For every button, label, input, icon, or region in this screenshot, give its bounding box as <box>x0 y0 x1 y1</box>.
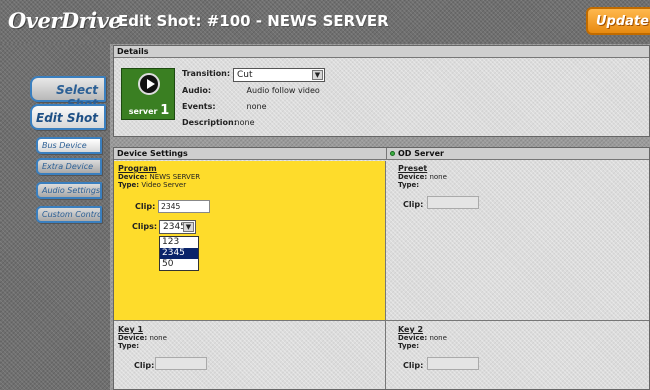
od-server-header: OD Server <box>386 148 649 160</box>
overdrive-logo: OverDrive <box>8 8 122 33</box>
key1-device-value: none <box>149 334 167 342</box>
transition-row: Transition: <box>182 69 232 78</box>
update-stored-button[interactable]: Update Sto <box>586 7 650 35</box>
events-row: Events: none <box>182 102 267 111</box>
page-title: Edit Shot: #100 - NEWS SERVER <box>118 12 389 30</box>
program-clips-dropdown: 123 2345 50 <box>159 236 199 271</box>
key1-section: Key 1 Device: none Type: Clip: <box>114 321 386 389</box>
program-title: Program <box>118 164 157 173</box>
key2-title: Key 2 <box>398 325 424 334</box>
extra-device-button[interactable]: Extra Device <box>36 158 102 175</box>
program-device-value: NEWS SERVER <box>149 173 201 181</box>
program-clips-label: Clips: <box>132 222 158 231</box>
clip-option[interactable]: 50 <box>160 259 198 270</box>
key1-type-row: Type: <box>118 342 140 350</box>
key2-clip-label: Clip: <box>403 361 424 370</box>
edit-shot-button[interactable]: Edit Shot <box>30 104 106 130</box>
description-row: Description: none <box>182 118 255 127</box>
description-label: Description: <box>182 118 237 127</box>
custom-control-button[interactable]: Custom Control <box>36 206 102 223</box>
audio-label: Audio: <box>182 86 212 95</box>
chevron-down-icon[interactable]: ▼ <box>312 70 323 80</box>
preset-section: Preset Device: none Type: Clip: <box>386 161 649 321</box>
status-dot-icon <box>390 151 395 156</box>
bus-device-button[interactable]: Bus Device <box>36 137 102 154</box>
key2-device-row: Device: none <box>398 334 447 342</box>
sidebar: Select Shot Edit Shot Bus Device Extra D… <box>0 44 110 390</box>
key1-title: Key 1 <box>118 325 144 334</box>
key2-device-value: none <box>429 334 447 342</box>
device-settings-panel: Device Settings OD Server Program Device… <box>113 147 650 390</box>
program-section: Program Device: NEWS SERVER Type: Video … <box>114 161 386 321</box>
program-type-value: Video Server <box>141 181 187 189</box>
preset-title: Preset <box>398 164 428 173</box>
audio-row: Audio: Audio follow video <box>182 86 320 95</box>
chevron-down-icon[interactable]: ▼ <box>183 222 194 232</box>
preset-type-row: Type: <box>398 181 420 189</box>
audio-value: Audio follow video <box>246 86 320 95</box>
server-tile[interactable]: server 1 <box>121 68 175 120</box>
preset-clip-label: Clip: <box>403 200 424 209</box>
events-value: none <box>246 102 267 111</box>
details-panel: Details server 1 Transition: Cut ▼ Audio… <box>113 45 650 137</box>
key1-device-row: Device: none <box>118 334 167 342</box>
description-value: none <box>234 118 255 127</box>
device-settings-header: Device Settings <box>114 148 386 160</box>
key1-clip-label: Clip: <box>134 361 155 370</box>
transition-select[interactable]: Cut ▼ <box>233 68 325 82</box>
program-clip-label: Clip: <box>135 202 156 211</box>
key1-clip-input[interactable] <box>155 357 207 370</box>
program-device-row: Device: NEWS SERVER <box>118 173 201 181</box>
audio-settings-button[interactable]: Audio Settings <box>36 182 102 199</box>
preset-device-row: Device: none <box>398 173 447 181</box>
server-tile-label: server 1 <box>128 103 170 118</box>
clip-option[interactable]: 123 <box>160 237 198 248</box>
details-header: Details <box>114 46 649 58</box>
transition-label: Transition: <box>182 69 231 78</box>
program-type-row: Type: Video Server <box>118 181 187 189</box>
clip-option-selected[interactable]: 2345 <box>160 248 198 259</box>
preset-clip-input[interactable] <box>427 196 479 209</box>
key2-section: Key 2 Device: none Type: Clip: <box>386 321 649 389</box>
program-clips-select[interactable]: 2345 ▼ <box>159 220 196 234</box>
app-header: OverDrive Edit Shot: #100 - NEWS SERVER … <box>0 0 650 44</box>
key2-clip-input[interactable] <box>427 357 479 370</box>
preset-device-value: none <box>429 173 447 181</box>
events-label: Events: <box>182 102 216 111</box>
program-clip-input[interactable]: 2345 <box>158 200 210 213</box>
play-icon <box>138 73 160 95</box>
key2-type-row: Type: <box>398 342 420 350</box>
select-shot-button[interactable]: Select Shot <box>30 76 106 111</box>
